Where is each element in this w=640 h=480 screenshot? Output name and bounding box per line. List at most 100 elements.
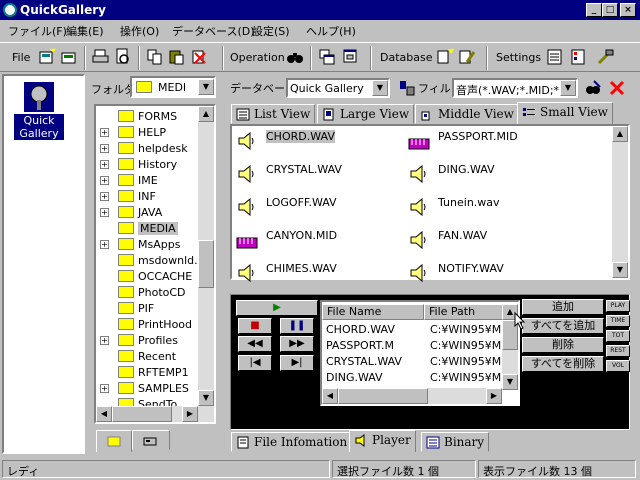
tree-item[interactable]: + INF bbox=[96, 188, 200, 204]
tree-expander[interactable]: + bbox=[100, 176, 109, 185]
tab-large-view[interactable]: Large View bbox=[317, 104, 415, 124]
tree-expander[interactable]: + bbox=[100, 160, 109, 169]
binoculars-icon[interactable] bbox=[286, 48, 304, 66]
tree-expander[interactable]: + bbox=[100, 384, 109, 393]
database-dropdown-button[interactable]: ▼ bbox=[372, 80, 388, 96]
tree-item[interactable]: + HELP bbox=[96, 124, 200, 140]
tree-item[interactable]: FORMS bbox=[96, 108, 200, 124]
previous-track-button[interactable]: |◀ bbox=[238, 355, 272, 371]
filter-select[interactable]: 音声(*.WAV;*.MID;*.( ▼ bbox=[452, 78, 578, 98]
database-select[interactable]: Quick Gallery ▼ bbox=[286, 78, 390, 98]
tab-binary[interactable]: Binary bbox=[421, 432, 490, 452]
tools-icon[interactable] bbox=[596, 48, 614, 66]
menu-help[interactable]: ヘルプ(H) bbox=[306, 23, 356, 39]
tree-item[interactable]: msdownld.tr bbox=[96, 252, 207, 268]
tree-scroll-thumb[interactable] bbox=[198, 240, 214, 288]
open-gallery-icon[interactable] bbox=[60, 48, 78, 66]
filter-dropdown-button[interactable]: ▼ bbox=[560, 80, 576, 96]
view-scroll-down-button[interactable]: ▼ bbox=[612, 262, 628, 278]
next-track-button[interactable]: ▶| bbox=[280, 355, 314, 371]
tree-item[interactable]: + SAMPLES bbox=[96, 380, 200, 396]
maximize-button[interactable]: □ bbox=[602, 3, 618, 17]
fast-forward-button[interactable]: ▶▶ bbox=[280, 336, 314, 352]
minimize-button[interactable]: _ bbox=[586, 3, 602, 17]
tree-item[interactable]: + History bbox=[96, 156, 200, 172]
menu-edit[interactable]: 編集(E) bbox=[66, 23, 104, 39]
tree-expander[interactable]: + bbox=[100, 192, 109, 201]
tree-expander[interactable]: + bbox=[100, 336, 109, 345]
tree-hscroll-thumb[interactable] bbox=[112, 406, 172, 422]
table-row[interactable]: DING.WAV C:¥WIN95¥MEI bbox=[324, 370, 506, 386]
menu-operation[interactable]: 操作(O) bbox=[120, 23, 159, 39]
close-button[interactable]: × bbox=[620, 3, 636, 17]
add-all-button[interactable]: すべてを追加 bbox=[522, 318, 604, 334]
window-cascade-icon[interactable] bbox=[342, 48, 360, 66]
small-view-panel[interactable]: CHORD.WAV PASSPORT.MID CRYSTAL.WAV DING.WAV… bbox=[230, 124, 630, 283]
tree-item[interactable]: RFTEMP1 bbox=[96, 364, 200, 380]
window-tile-icon[interactable] bbox=[318, 48, 336, 66]
quick-gallery-label[interactable]: Quick Gallery bbox=[14, 114, 64, 140]
tree-expander[interactable]: + bbox=[100, 144, 109, 153]
database-edit-icon[interactable] bbox=[458, 48, 476, 66]
tab-player[interactable]: Player bbox=[349, 430, 416, 452]
filter-clear-icon[interactable] bbox=[608, 79, 626, 97]
tab-file-information[interactable]: File Infomation bbox=[231, 432, 353, 452]
view-vertical-scrollbar[interactable]: ▲ ▼ bbox=[612, 126, 628, 278]
tree-item[interactable]: Recent bbox=[96, 348, 200, 364]
table-row[interactable]: CHORD.WAV C:¥WIN95¥MEI bbox=[324, 322, 506, 338]
tree-expander[interactable]: + bbox=[100, 240, 109, 249]
tree-item[interactable]: PIF bbox=[96, 300, 200, 316]
playlist-hscroll-thumb[interactable] bbox=[338, 388, 428, 404]
tree-expander[interactable]: + bbox=[100, 208, 109, 217]
tree-expander[interactable]: + bbox=[100, 128, 109, 137]
tree-scroll-down-button[interactable]: ▼ bbox=[198, 390, 214, 406]
tree-item[interactable]: + Profiles bbox=[96, 332, 200, 348]
tree-item[interactable]: MEDIA bbox=[96, 220, 200, 236]
folder-combo[interactable]: MEDI ▼ bbox=[130, 76, 216, 98]
table-row[interactable]: CRYSTAL.WAV C:¥WIN95¥MEI bbox=[324, 354, 506, 370]
tab-middle-view[interactable]: Middle View bbox=[415, 104, 519, 124]
new-gallery-icon[interactable] bbox=[38, 48, 56, 66]
remove-all-button[interactable]: すべてを削除 bbox=[522, 356, 604, 372]
print-icon[interactable] bbox=[92, 48, 110, 66]
settings-properties-icon[interactable] bbox=[570, 48, 588, 66]
tree-scroll-up-button[interactable]: ▲ bbox=[198, 106, 214, 122]
tree-item[interactable]: + IME bbox=[96, 172, 200, 188]
delete-icon[interactable] bbox=[190, 48, 208, 66]
tab-list-view[interactable]: List View bbox=[231, 104, 316, 124]
playlist-horizontal-scrollbar[interactable]: ◀ ▶ bbox=[322, 388, 502, 404]
print-preview-icon[interactable] bbox=[114, 48, 132, 66]
pause-button[interactable]: ❚❚ bbox=[280, 318, 314, 334]
paste-icon[interactable] bbox=[168, 48, 186, 66]
tree-item[interactable]: + helpdesk bbox=[96, 140, 200, 156]
tree-item[interactable]: OCCACHE bbox=[96, 268, 200, 284]
tree-item[interactable]: PhotoCD bbox=[96, 284, 200, 300]
copy-icon[interactable] bbox=[146, 48, 164, 66]
playlist-scroll-left-button[interactable]: ◀ bbox=[322, 388, 338, 404]
stop-button[interactable]: ■ bbox=[238, 318, 272, 334]
play-button[interactable]: ▶ bbox=[236, 300, 318, 316]
rewind-button[interactable]: ◀◀ bbox=[238, 336, 272, 352]
tree-item[interactable]: PrintHood bbox=[96, 316, 200, 332]
app-icon[interactable] bbox=[3, 3, 17, 17]
view-scroll-up-button[interactable]: ▲ bbox=[612, 126, 628, 142]
menu-settings[interactable]: 設定(S) bbox=[252, 23, 290, 39]
playlist-scroll-down-button[interactable]: ▼ bbox=[502, 374, 518, 390]
folder-tree[interactable]: FORMS + HELP + helpdesk + History + IME + INF + JAVA… bbox=[94, 104, 216, 424]
menu-file[interactable]: ファイル(F) bbox=[8, 23, 67, 39]
column-file-path[interactable]: File Path bbox=[424, 304, 506, 320]
title-bar[interactable]: QuickGallery _ □ × bbox=[0, 0, 640, 20]
filter-icon[interactable] bbox=[398, 79, 416, 97]
tree-scroll-left-button[interactable]: ◀ bbox=[96, 406, 112, 422]
filter-apply-icon[interactable] bbox=[584, 79, 602, 97]
settings-list-icon[interactable] bbox=[546, 48, 564, 66]
table-row[interactable]: PASSPORT.M C:¥WIN95¥MEI bbox=[324, 338, 506, 354]
tree-scroll-right-button[interactable]: ▶ bbox=[182, 406, 198, 422]
tab-small-view[interactable]: Small View bbox=[517, 102, 613, 124]
playlist[interactable]: File Name File Path CHORD.WAV C:¥WIN95¥ME… bbox=[320, 300, 520, 406]
add-button[interactable]: 追加 bbox=[522, 299, 604, 315]
database-add-icon[interactable] bbox=[436, 48, 454, 66]
remove-button[interactable]: 削除 bbox=[522, 337, 604, 353]
menu-database[interactable]: データベース(D) bbox=[172, 23, 255, 39]
tree-item[interactable]: + JAVA bbox=[96, 204, 200, 220]
